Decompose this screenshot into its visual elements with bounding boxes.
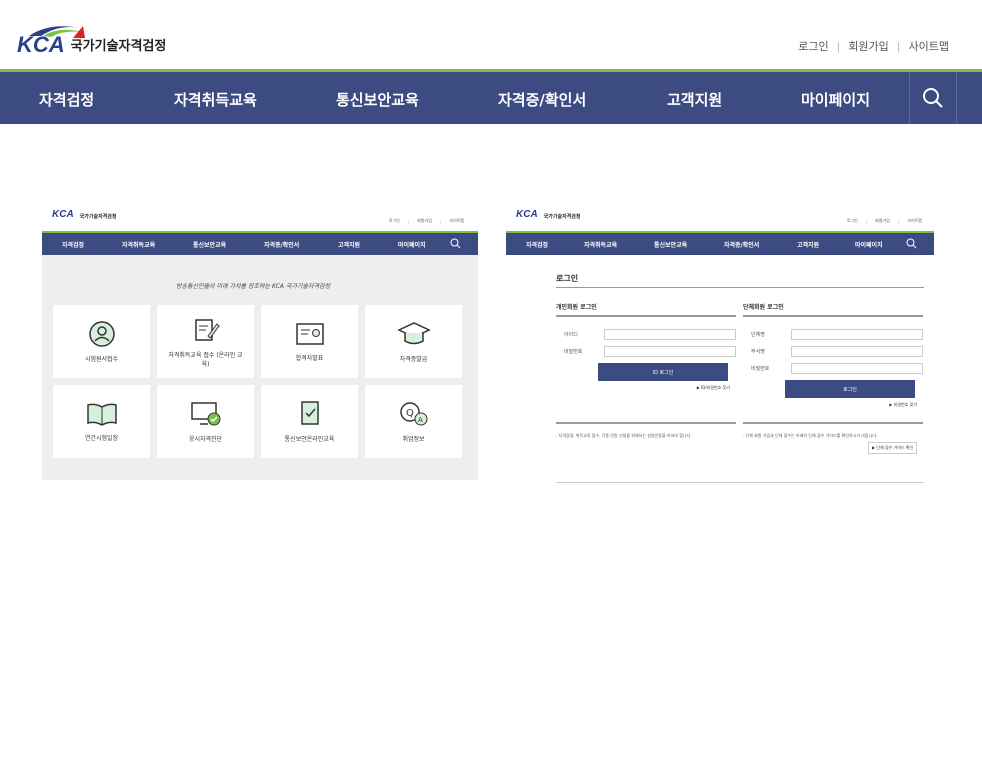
logo-swoosh-icon xyxy=(29,26,85,38)
card-security-edu[interactable]: 통신보안온라인교육 xyxy=(261,385,358,458)
document-check-icon xyxy=(300,401,319,425)
card-edu-apply[interactable]: 자격취득교육 접수 (온라인 교육) xyxy=(157,305,254,378)
book-icon xyxy=(86,403,117,426)
id-input[interactable] xyxy=(604,329,736,340)
login-title: 로그인 xyxy=(556,274,579,283)
nav-item[interactable]: 통신보안교육 xyxy=(336,89,419,110)
mini-logo: KCA 국가기술자격검정 xyxy=(516,209,581,221)
screenshot-login: KCA 국가기술자격검정 로그인 | 회원가입 | 사이트맵 자격검정 자격취득교육 통신… xyxy=(506,207,934,487)
svg-text:A: A xyxy=(418,416,423,424)
utility-menu: 로그인 | 회원가입 | 사이트맵 xyxy=(798,38,949,54)
site-logo[interactable]: KCA 국가기술자격검정 xyxy=(17,22,166,56)
card-cert-issue[interactable]: 자격증발급 xyxy=(365,305,462,378)
nav-item[interactable]: 자격증/확인서 xyxy=(498,89,586,110)
signup-link[interactable]: 회원가입 xyxy=(848,38,888,54)
qa-bubble-icon: QA xyxy=(399,402,427,426)
svg-text:Q: Q xyxy=(406,408,414,419)
slogan: 방송통신인들의 미래 가치를 창조하는 KCA 국가기술자격검정 xyxy=(176,283,331,290)
search-button[interactable] xyxy=(909,72,957,124)
card-jobs[interactable]: QA 취업정보 xyxy=(365,385,462,458)
main-nav: 자격검정 자격취득교육 통신보안교육 자격증/확인서 고객지원 마이페이지 xyxy=(0,69,982,124)
screenshot-main: KCA 국가기술자격검정 로그인 | 회원가입 | 사이트맵 자격검정 자격취득교육 통신… xyxy=(42,207,478,480)
certificate-icon xyxy=(295,323,324,345)
password-input[interactable] xyxy=(604,346,736,357)
nav-item[interactable]: 고객지원 xyxy=(667,89,722,110)
user-circle-icon xyxy=(88,321,115,347)
search-icon xyxy=(450,238,461,249)
card-schedule[interactable]: 연간시험일정 xyxy=(53,385,150,458)
login-link[interactable]: 로그인 xyxy=(798,38,828,54)
find-pw-link[interactable]: ▶ 비밀번호 찾기 xyxy=(743,402,917,408)
mini-logo: KCA 국가기술자격검정 xyxy=(52,209,117,221)
nav-item[interactable]: 마이페이지 xyxy=(801,89,870,110)
monitor-check-icon xyxy=(190,402,220,426)
mini-util: 로그인 | 회원가입 | 사이트맵 xyxy=(388,218,464,224)
group-note: · 단체 회원 가입과 단체 접수는 아래의 단체 접수 가이드를 확인하시기 … xyxy=(743,433,878,438)
group-login-button[interactable]: 로그인 xyxy=(785,380,915,398)
graduation-cap-icon xyxy=(396,322,431,345)
mini-util: 로그인 | 회원가입 | 사이트맵 xyxy=(846,218,922,224)
card-exam-apply[interactable]: 시험원서접수 xyxy=(53,305,150,378)
pencil-document-icon xyxy=(194,318,220,341)
personal-note: · 자격검정, 취득교육 접수, 각종 민원 신청을 위해서는 실명인증을 하셔… xyxy=(556,433,692,438)
id-login-button[interactable]: ID 로그인 xyxy=(598,363,728,381)
group-guide-button[interactable]: ▶ 단체 접수 가이드 확인 xyxy=(868,442,918,454)
personal-login: 개인회원 로그인 아이디 비밀번호 ID 로그인 ▶ ID/비밀번호 찾기 xyxy=(556,302,736,452)
kca-logo-mark: KCA xyxy=(17,22,85,56)
search-icon xyxy=(906,238,917,249)
sitemap-link[interactable]: 사이트맵 xyxy=(909,38,949,54)
card-result[interactable]: 합격자발표 xyxy=(261,305,358,378)
group-password-input[interactable] xyxy=(791,363,923,374)
mini-nav: 자격검정 자격취득교육 통신보안교육 자격증/확인서 고객지원 마이페이지 xyxy=(42,231,478,255)
find-id-link[interactable]: ▶ ID/비밀번호 찾기 xyxy=(556,385,730,391)
group-login: 단체회원 로그인 단체명 부서명 비밀번호 로그인 ▶ 비밀번호 찾기 xyxy=(743,302,923,452)
card-qualify-check[interactable]: 응시자격진단 xyxy=(157,385,254,458)
nav-item[interactable]: 자격검정 xyxy=(39,89,94,110)
nav-item[interactable]: 자격취득교육 xyxy=(174,89,257,110)
mini-nav: 자격검정 자격취득교육 통신보안교육 자격증/확인서 고객지원 마이페이지 xyxy=(506,231,934,255)
content-area: 방송통신인들의 미래 가치를 창조하는 KCA 국가기술자격검정 시험원서접수 … xyxy=(42,255,478,480)
search-icon xyxy=(923,88,943,108)
dept-input[interactable] xyxy=(791,346,923,357)
corp-input[interactable] xyxy=(791,329,923,340)
site-name: 국가기술자격검정 xyxy=(70,39,167,54)
